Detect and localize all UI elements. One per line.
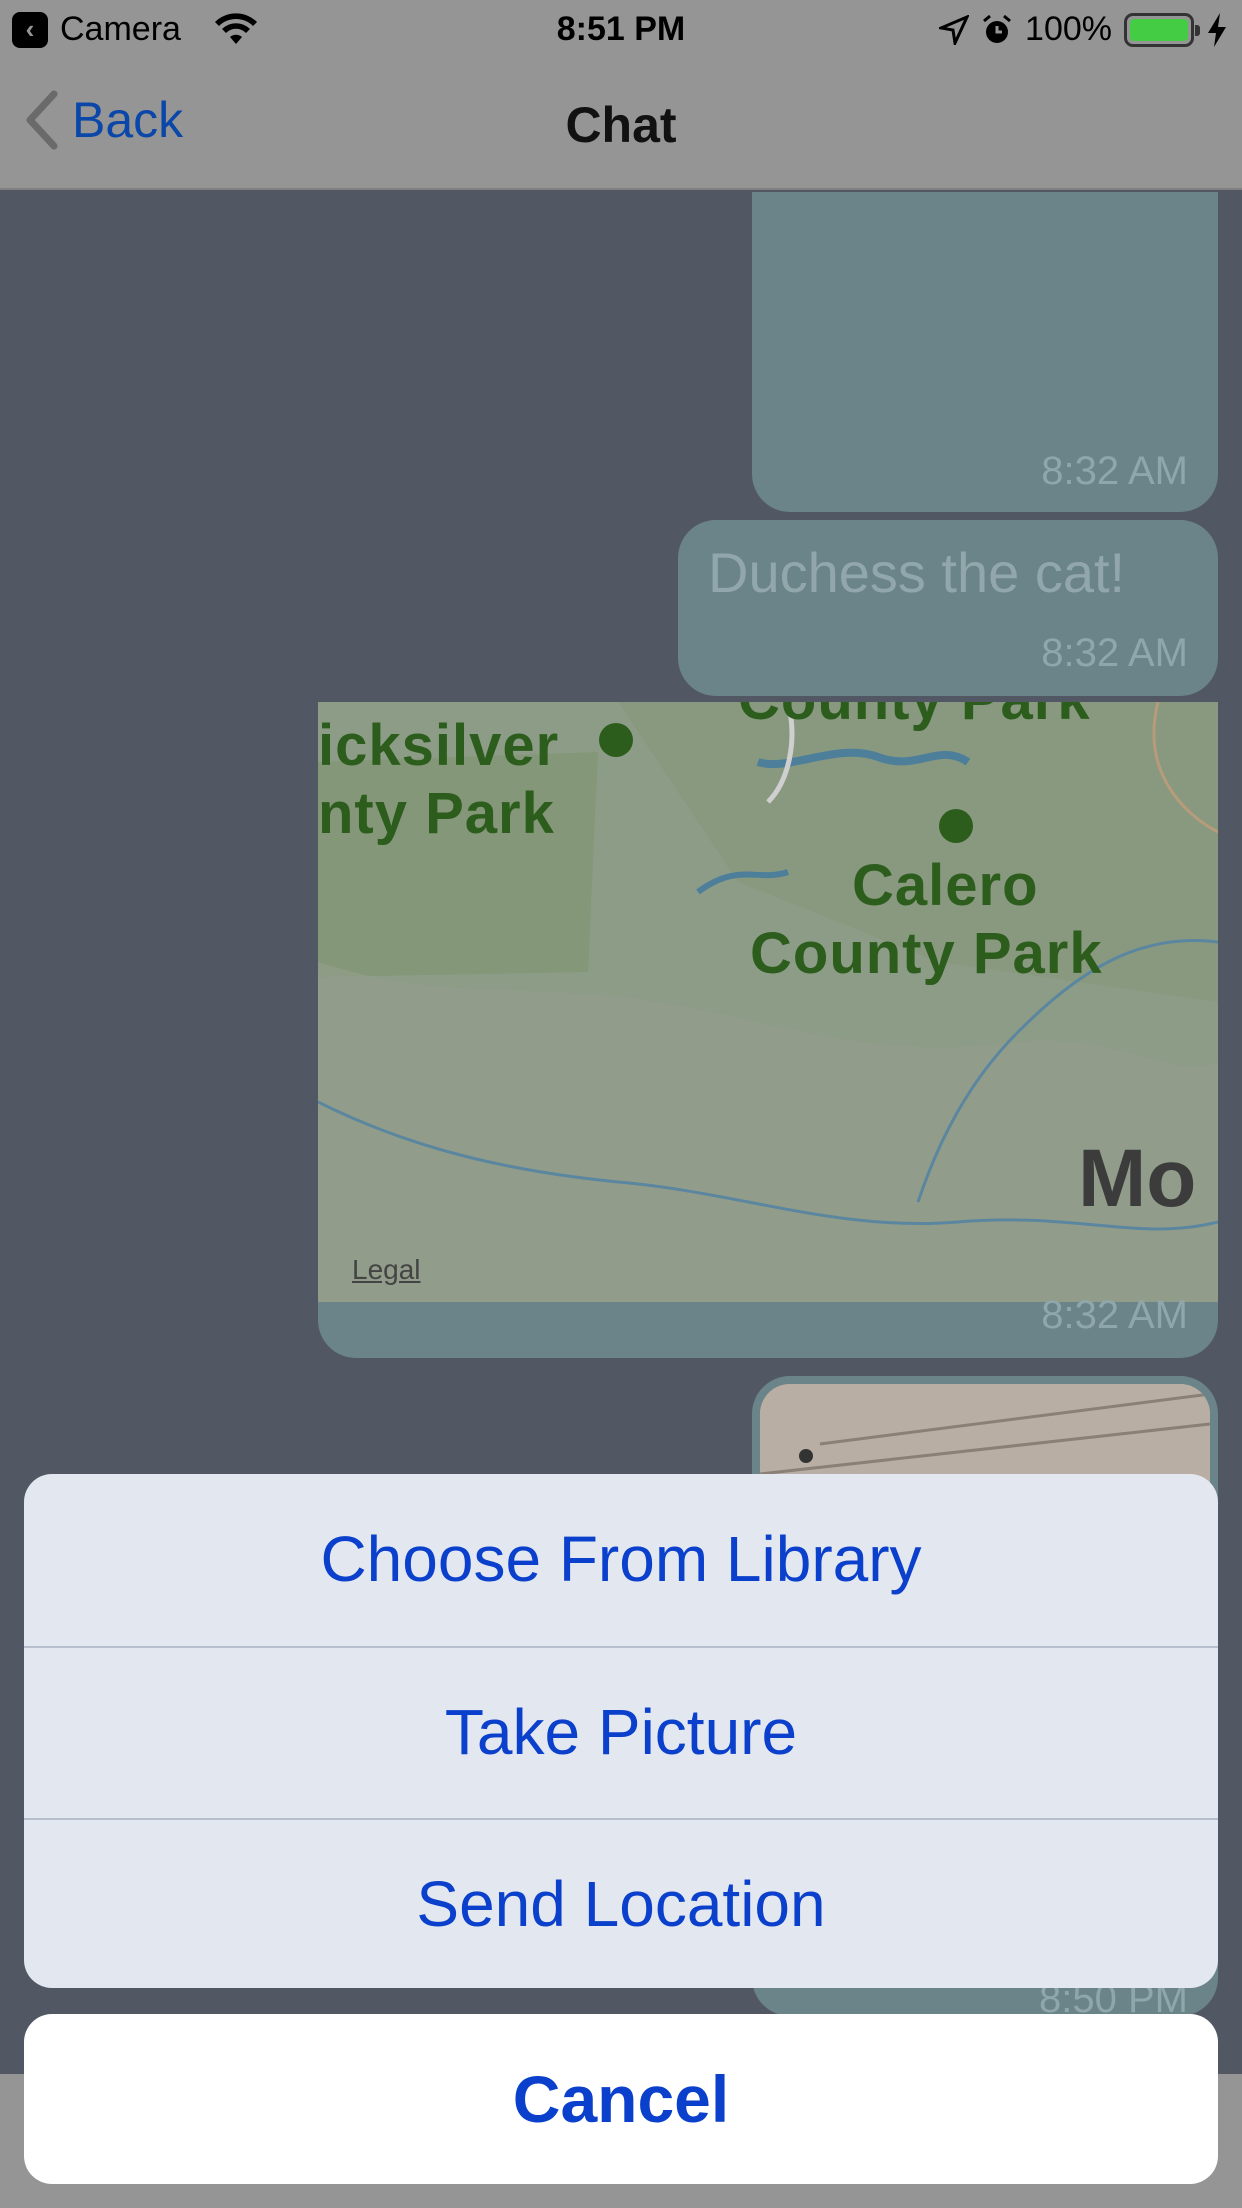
map-legal-link[interactable]: Legal <box>352 1254 421 1286</box>
message-time: 8:32 AM <box>1041 631 1188 675</box>
charging-icon <box>1208 12 1226 47</box>
map-label: County Park <box>750 921 1103 986</box>
message-time: 8:32 AM <box>1041 449 1188 493</box>
message-text: Duchess the cat! <box>708 541 1126 604</box>
status-bar: ‹ Camera 8:51 PM 100% <box>0 0 1242 60</box>
navigation-bar: Back Chat <box>0 60 1242 190</box>
location-message[interactable]: icksilver nty Park County Park Calero Co… <box>318 702 1218 1358</box>
take-picture-button[interactable]: Take Picture <box>24 1646 1218 1816</box>
page-title: Chat <box>565 97 677 153</box>
send-location-button[interactable]: Send Location <box>24 1818 1218 1988</box>
choose-from-library-button[interactable]: Choose From Library <box>24 1474 1218 1644</box>
map-label: County Park <box>738 702 1091 733</box>
action-sheet: Choose From Library Take Picture Send Lo… <box>24 1474 1218 1988</box>
message-bubble[interactable]: 8:32 AM <box>752 192 1218 512</box>
battery-icon <box>1124 12 1200 47</box>
cancel-button[interactable]: Cancel <box>24 2014 1218 2184</box>
battery-percent: 100% <box>1025 10 1112 48</box>
location-icon <box>939 14 970 45</box>
location-map[interactable]: icksilver nty Park County Park Calero Co… <box>318 702 1218 1302</box>
map-label: nty Park <box>318 781 555 846</box>
message-bubble[interactable]: Duchess the cat! 8:32 AM <box>678 520 1218 696</box>
alarm-icon <box>983 14 1011 43</box>
map-label: Calero <box>852 853 1039 918</box>
message-time: 8:32 AM <box>1041 1293 1188 1337</box>
map-label: icksilver <box>318 713 560 778</box>
map-label: Mo <box>1078 1133 1197 1224</box>
